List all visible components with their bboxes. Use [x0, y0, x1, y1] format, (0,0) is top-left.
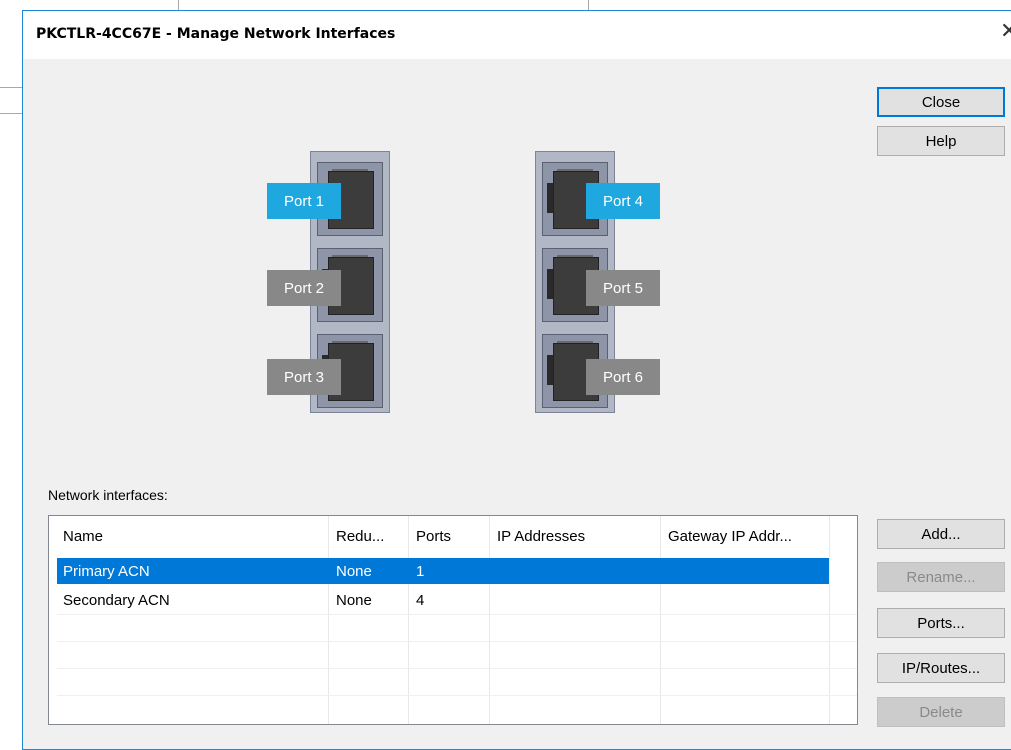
network-interfaces-list[interactable]: Name Redu... Ports IP Addresses Gateway … — [48, 515, 858, 725]
table-row[interactable]: Primary ACN None 1 — [57, 558, 829, 584]
dialog-title: PKCTLR-4CC67E - Manage Network Interface… — [36, 26, 396, 42]
port-6-label[interactable]: Port 6 — [586, 359, 660, 395]
table-row[interactable]: Secondary ACN None 4 — [57, 587, 829, 613]
cell-redundancy: None — [336, 591, 372, 609]
port-3-label[interactable]: Port 3 — [267, 359, 341, 395]
cell-redundancy: None — [336, 562, 372, 580]
help-button[interactable]: Help — [877, 126, 1005, 156]
background-divider — [0, 87, 22, 88]
add-button[interactable]: Add... — [877, 519, 1005, 549]
background-divider — [0, 113, 22, 114]
column-header-gateway[interactable]: Gateway IP Addr... — [662, 516, 828, 556]
cell-ports: 1 — [416, 562, 425, 580]
delete-button[interactable]: Delete — [877, 697, 1005, 727]
column-header-ip-addresses[interactable]: IP Addresses — [491, 516, 659, 556]
cell-name: Primary ACN — [63, 562, 150, 580]
manage-network-interfaces-dialog: PKCTLR-4CC67E - Manage Network Interface… — [22, 10, 1011, 750]
port-1-label[interactable]: Port 1 — [267, 183, 341, 219]
port-5-label[interactable]: Port 5 — [586, 270, 660, 306]
column-header-ports[interactable]: Ports — [410, 516, 488, 556]
port-4-label[interactable]: Port 4 — [586, 183, 660, 219]
column-header-redundancy[interactable]: Redu... — [330, 516, 408, 556]
cell-name: Secondary ACN — [63, 591, 170, 609]
port-2-label[interactable]: Port 2 — [267, 270, 341, 306]
cell-gateway — [662, 587, 828, 613]
ip-routes-button[interactable]: IP/Routes... — [877, 653, 1005, 683]
cell-ports: 4 — [416, 591, 425, 609]
column-header-name[interactable]: Name — [57, 516, 327, 556]
close-button[interactable]: Close — [877, 87, 1005, 117]
cell-ip-addresses — [491, 558, 659, 584]
network-interfaces-label: Network interfaces: — [48, 487, 168, 503]
rename-button[interactable]: Rename... — [877, 562, 1005, 592]
cell-gateway — [662, 558, 828, 584]
cell-ip-addresses — [491, 587, 659, 613]
ports-button[interactable]: Ports... — [877, 608, 1005, 638]
title-bar[interactable]: PKCTLR-4CC67E - Manage Network Interface… — [23, 11, 1011, 59]
close-icon[interactable]: ✕ — [1000, 19, 1011, 44]
